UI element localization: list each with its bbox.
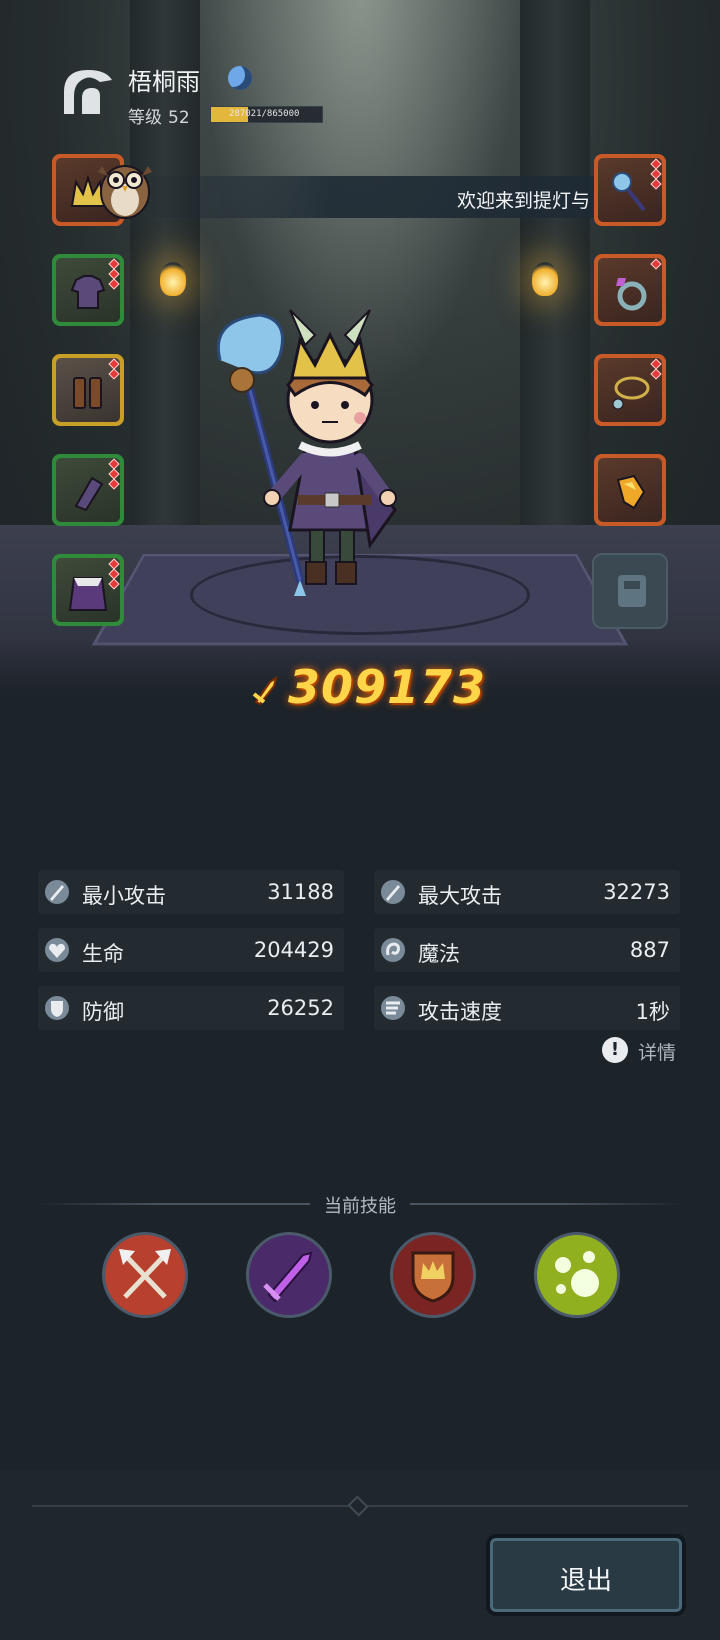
equip-slot-amulet[interactable] <box>594 454 666 526</box>
gauntlet-icon <box>74 476 104 512</box>
ring-icon <box>616 278 647 311</box>
level-label: 等级 <box>128 108 162 128</box>
armor-icon <box>70 275 106 309</box>
enhance-pips <box>108 358 120 380</box>
speed-wing-icon <box>381 996 405 1020</box>
stat-value: 26252 <box>267 996 334 1020</box>
details-label: 详情 <box>638 1042 677 1064</box>
stat-label: 最大攻击 <box>418 884 502 908</box>
stat-label: 防御 <box>82 1000 124 1024</box>
enhance-pips <box>108 558 120 590</box>
level-value: 52 <box>168 108 190 128</box>
player-level: 等级 52 <box>128 103 190 128</box>
enhance-pips <box>650 258 662 270</box>
sword-icon <box>381 880 405 904</box>
right-torch-icon <box>532 262 558 296</box>
shield-icon <box>45 996 69 1020</box>
green-orbs-icon <box>555 1251 599 1297</box>
equip-slot-weapon[interactable] <box>594 154 666 226</box>
skill-crossed-axes[interactable] <box>102 1232 188 1318</box>
equip-slot-armor[interactable] <box>52 254 124 326</box>
combat-power: 309173 <box>240 660 485 716</box>
heart-icon <box>45 938 69 962</box>
avatar-helmet-icon[interactable] <box>56 62 116 122</box>
stat-value: 32273 <box>603 880 670 904</box>
purple-sword-icon <box>263 1251 313 1303</box>
enhance-pips <box>108 458 120 490</box>
enhance-pips <box>108 258 120 290</box>
stat-value: 31188 <box>267 880 334 904</box>
stat-value: 204429 <box>253 938 334 962</box>
stat-max-attack: 最大攻击 32273 <box>374 870 680 914</box>
sword-icon <box>45 880 69 904</box>
stat-value: 1秒 <box>635 1000 670 1024</box>
magic-swirl-icon <box>381 938 405 962</box>
equip-slot-cloak[interactable] <box>52 554 124 626</box>
moon-badge-icon <box>228 66 252 90</box>
stat-label: 生命 <box>82 942 124 966</box>
boots-icon <box>73 377 102 409</box>
equip-slot-ring[interactable] <box>594 254 666 326</box>
xp-text: 287021/865000 <box>229 109 300 119</box>
stat-min-attack: 最小攻击 31188 <box>38 870 344 914</box>
crossed-axes-icon <box>119 1249 171 1299</box>
skill-shield-crown[interactable] <box>390 1232 476 1318</box>
costume-icon <box>618 575 646 607</box>
stat-hp: 生命 204429 <box>38 928 344 972</box>
stat-mp: 魔法 887 <box>374 928 680 972</box>
exit-button-label: 退出 <box>559 1566 612 1596</box>
stat-label: 攻击速度 <box>418 1000 502 1024</box>
equip-slot-boots[interactable] <box>52 354 124 426</box>
xp-bar: 287021/865000 <box>210 106 323 123</box>
welcome-banner-text: 欢迎来到提灯与 <box>456 190 590 212</box>
welcome-banner: 欢迎来到提灯与 <box>150 176 600 218</box>
amulet-icon <box>616 474 646 510</box>
necklace-icon <box>612 376 650 410</box>
equip-slot-gauntlet[interactable] <box>52 454 124 526</box>
left-torch-icon <box>160 262 186 296</box>
stat-label: 魔法 <box>418 942 460 966</box>
stat-label: 最小攻击 <box>82 884 166 908</box>
combat-power-value: 309173 <box>288 660 487 714</box>
enhance-pips <box>650 358 662 380</box>
enhance-pips <box>650 158 662 190</box>
costume-slot[interactable] <box>592 553 668 629</box>
stat-defense: 防御 26252 <box>38 986 344 1030</box>
skills-title: 当前技能 <box>310 1192 410 1218</box>
hero-character <box>216 309 397 596</box>
skill-green-orbs[interactable] <box>534 1232 620 1318</box>
equip-slot-necklace[interactable] <box>594 354 666 426</box>
staff-icon <box>612 172 646 212</box>
player-name: 梧桐雨 <box>128 68 200 96</box>
cloak-icon <box>68 577 108 611</box>
stat-attack-speed: 攻击速度 1秒 <box>374 986 680 1030</box>
skill-purple-sword[interactable] <box>246 1232 332 1318</box>
stat-value: 887 <box>629 938 670 962</box>
info-icon: ! <box>602 1037 628 1063</box>
exit-button[interactable]: 退出 <box>486 1534 686 1616</box>
shield-crown-icon <box>411 1251 455 1303</box>
power-sword-icon <box>252 675 278 706</box>
owl-pet-icon <box>98 165 152 219</box>
